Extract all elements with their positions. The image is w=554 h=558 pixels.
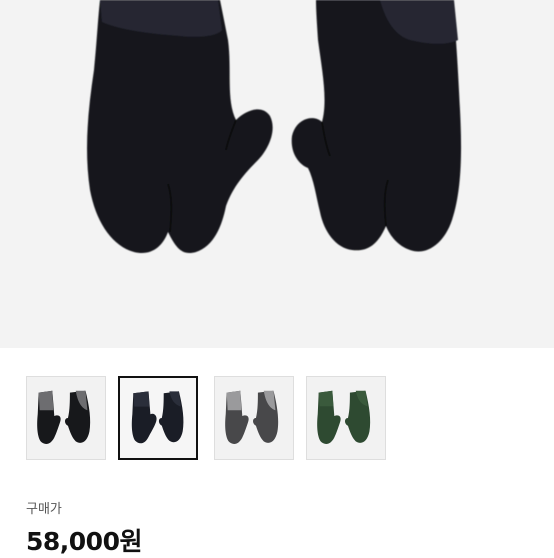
thumbnail-green[interactable]	[306, 376, 386, 460]
right-mitten-icon	[291, 0, 462, 252]
thumbnail-navy[interactable]	[118, 376, 198, 460]
thumbnail-strip	[0, 376, 554, 462]
thumbnail-black-grey[interactable]	[26, 376, 106, 460]
price-label: 구매가	[26, 502, 62, 517]
charcoal-mittens-grey-cuff-icon	[225, 390, 279, 444]
green-mittens-icon	[317, 390, 371, 444]
left-mitten-icon	[87, 0, 273, 254]
product-main-image[interactable]	[0, 0, 554, 348]
mittens-photo-icon	[87, 0, 462, 254]
black-mittens-grey-cuff-icon	[37, 390, 91, 444]
navy-mittens-icon	[131, 391, 184, 444]
thumbnail-charcoal[interactable]	[214, 376, 294, 460]
price-value: 58,000원	[26, 527, 142, 556]
